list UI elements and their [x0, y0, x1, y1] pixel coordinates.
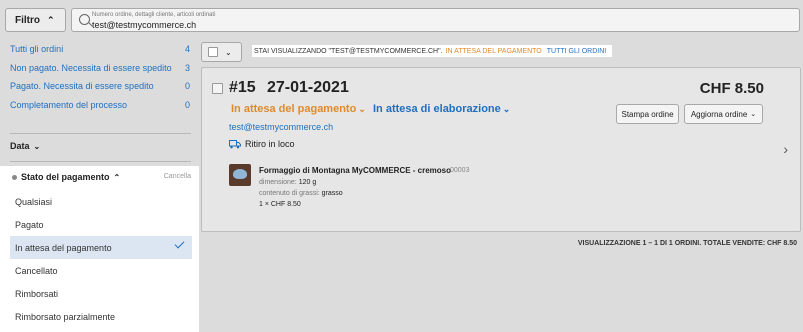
- payment-status-dropdown[interactable]: In attesa del pagamento ⌄: [231, 103, 366, 115]
- product-attribute-fat: contenuto di grassi: grasso: [259, 190, 343, 197]
- order-filter-list: Tutti gli ordini 4 Non pagato. Necessita…: [10, 44, 190, 118]
- payment-option-refunded[interactable]: Rimborsati: [10, 282, 192, 305]
- sidebar-item-label: Non pagato. Necessita di essere spedito: [10, 62, 172, 73]
- payment-option-paid[interactable]: Pagato: [10, 213, 192, 236]
- payment-option-partially-refunded[interactable]: Rimborsato parzialmente: [10, 305, 192, 328]
- payment-status-panel: Stato del pagamento ⌃ Cancella Qualsiasi…: [0, 166, 199, 332]
- option-label: Cancellato: [15, 265, 58, 276]
- attribute-value: 120 g: [298, 179, 317, 186]
- fulfillment-status-dropdown[interactable]: In attesa di elaborazione ⌄: [373, 103, 510, 115]
- order-total: CHF 8.50: [699, 80, 764, 97]
- customer-email-link[interactable]: test@testmycommerce.ch: [229, 122, 333, 132]
- sidebar-item-count: 0: [184, 99, 190, 110]
- search-icon: [79, 14, 90, 25]
- date-filter-toggle[interactable]: Data ⌄: [10, 141, 40, 151]
- chevron-up-icon: ⌃: [113, 172, 121, 182]
- payment-status-title: Stato del pagamento: [21, 172, 110, 182]
- chevron-down-icon: ⌄: [225, 47, 232, 57]
- sidebar-item-completion[interactable]: Completamento del processo 0: [10, 100, 190, 119]
- order-number: #15: [229, 79, 256, 96]
- product-sku: 00003: [450, 167, 470, 174]
- bulk-select-dropdown[interactable]: ⌄: [201, 42, 242, 62]
- payment-status-label: In attesa del pagamento: [231, 103, 357, 115]
- update-order-label: Aggiorna ordine: [690, 109, 748, 119]
- sidebar-item-label: Tutti gli ordini: [10, 44, 64, 54]
- search-placeholder: Numero ordine, dettagli cliente, articol…: [92, 12, 216, 18]
- fulfillment-status-label: In attesa di elaborazione: [373, 103, 501, 115]
- bullet-icon: [12, 174, 17, 180]
- select-all-checkbox[interactable]: [208, 47, 218, 57]
- shipping-method: Ritiro in loco: [229, 139, 295, 149]
- sidebar-item-label: Pagato. Necessita di essere spedito: [10, 81, 154, 91]
- sidebar-item-label: Completamento del processo: [10, 99, 128, 110]
- all-orders-link[interactable]: TUTTI GLI ORDINI: [547, 48, 607, 55]
- chevron-down-icon: ⌄: [33, 141, 41, 151]
- option-label: Rimborsato parzialmente: [15, 311, 116, 322]
- sidebar-item-count: 0: [184, 81, 190, 91]
- chevron-up-icon: ⌃: [47, 14, 55, 25]
- print-order-button[interactable]: Stampa ordine: [616, 104, 679, 124]
- sidebar-item-count: 4: [184, 44, 190, 54]
- search-input[interactable]: Numero ordine, dettagli cliente, articol…: [71, 8, 800, 32]
- shipping-label: Ritiro in loco: [245, 139, 295, 149]
- print-order-label: Stampa ordine: [621, 109, 674, 119]
- order-checkbox[interactable]: [212, 83, 223, 94]
- update-order-dropdown[interactable]: Aggiorna ordine ⌄: [684, 104, 763, 124]
- chevron-down-icon: ⌄: [750, 111, 757, 118]
- attribute-key: dimensione:: [259, 179, 297, 186]
- info-status: IN ATTESA DEL PAGAMENTO: [445, 47, 542, 55]
- option-label: In attesa del pagamento: [15, 242, 112, 253]
- product-attribute-size: dimensione: 120 g: [259, 179, 316, 186]
- sidebar-item-unpaid-to-ship[interactable]: Non pagato. Necessita di essere spedito …: [10, 63, 190, 82]
- sidebar-item-paid-to-ship[interactable]: Pagato. Necessita di essere spedito 0: [10, 81, 190, 100]
- payment-status-toggle[interactable]: Stato del pagamento ⌃: [12, 172, 120, 182]
- option-label: Pagato: [15, 219, 44, 230]
- filter-button[interactable]: Filtro ⌃: [5, 8, 66, 32]
- order-date: 27-01-2021: [267, 79, 349, 96]
- filter-info-bar: STAI VISUALIZZANDO "TEST@TESTMYCOMMERCE.…: [252, 45, 612, 57]
- product-name: Formaggio di Montagna MyCOMMERCE - cremo…: [259, 166, 452, 175]
- option-label: Rimborsati: [15, 288, 59, 299]
- payment-option-cancelled[interactable]: Cancellato: [10, 259, 192, 282]
- payment-cancel-link[interactable]: Cancella: [164, 173, 191, 180]
- truck-icon: [229, 139, 241, 148]
- search-value: test@testmycommerce.ch: [92, 20, 197, 30]
- sidebar-item-count: 3: [184, 62, 190, 73]
- option-label: Qualsiasi: [15, 196, 53, 207]
- info-prefix: STAI VISUALIZZANDO "TEST@TESTMYCOMMERCE.…: [254, 47, 443, 55]
- chevron-right-icon[interactable]: ›: [783, 141, 788, 157]
- chevron-down-icon: ⌄: [358, 104, 366, 114]
- payment-option-pending[interactable]: In attesa del pagamento: [10, 236, 192, 259]
- date-filter-label: Data: [10, 141, 30, 151]
- chevron-down-icon: ⌄: [502, 104, 511, 114]
- product-qty-price: 1 × CHF 8.50: [259, 201, 301, 208]
- filter-label: Filtro: [15, 14, 40, 26]
- payment-option-any[interactable]: Qualsiasi: [10, 190, 192, 213]
- orders-summary: VISUALIZZAZIONE 1 – 1 DI 1 ORDINI. TOTAL…: [577, 240, 797, 247]
- divider: [10, 133, 191, 134]
- divider: [10, 161, 191, 162]
- attribute-key: contenuto di grassi:: [259, 190, 320, 197]
- sidebar-item-all-orders[interactable]: Tutti gli ordini 4: [10, 44, 190, 63]
- attribute-value: grasso: [321, 190, 343, 197]
- product-thumbnail: [229, 164, 251, 186]
- order-card: #15 27-01-2021 CHF 8.50 In attesa del pa…: [201, 67, 801, 232]
- check-icon: [174, 238, 185, 249]
